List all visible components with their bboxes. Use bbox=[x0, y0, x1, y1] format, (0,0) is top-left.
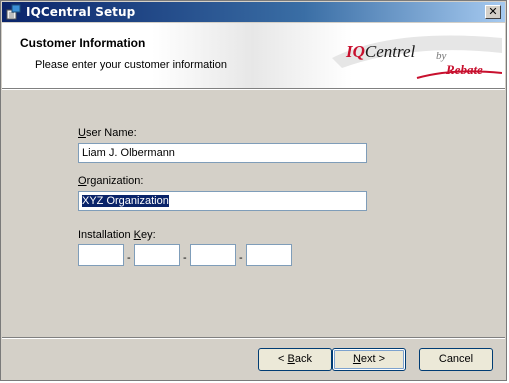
next-button[interactable]: Next > bbox=[332, 348, 406, 371]
installation-key-label: Installation Key: bbox=[78, 229, 156, 241]
user-name-label: User Name: bbox=[78, 127, 137, 139]
key-separator: - bbox=[127, 252, 131, 264]
logo-company: Rebate bbox=[446, 62, 483, 77]
user-name-input[interactable]: Liam J. Olbermann bbox=[78, 143, 367, 163]
back-button[interactable]: < Back bbox=[258, 348, 332, 371]
page-title: Customer Information bbox=[20, 36, 146, 50]
organization-input[interactable]: XYZ Organization bbox=[78, 191, 367, 211]
installer-icon bbox=[6, 4, 21, 20]
page-subtitle: Please enter your customer information bbox=[35, 59, 227, 71]
installation-key-field-2[interactable] bbox=[134, 244, 180, 266]
banner-background bbox=[152, 23, 352, 88]
logo-by: by bbox=[436, 50, 447, 62]
close-icon: ✕ bbox=[488, 5, 498, 18]
cancel-button[interactable]: Cancel bbox=[419, 348, 493, 371]
setup-dialog: IQCentral Setup ✕ Customer Information P… bbox=[0, 0, 507, 381]
organization-label: Organization: bbox=[78, 175, 144, 187]
installation-key-field-3[interactable] bbox=[190, 244, 236, 266]
title-bar[interactable]: IQCentral Setup ✕ bbox=[2, 2, 505, 22]
installation-key-field-1[interactable] bbox=[78, 244, 124, 266]
close-button[interactable]: ✕ bbox=[485, 5, 501, 19]
product-logo: IQCentrel by Rebate bbox=[332, 28, 502, 83]
key-separator: - bbox=[239, 252, 243, 264]
header-separator bbox=[2, 88, 505, 90]
window-title: IQCentral Setup bbox=[26, 5, 136, 19]
key-separator: - bbox=[183, 252, 187, 264]
installation-key-field-4[interactable] bbox=[246, 244, 292, 266]
organization-selected-text: XYZ Organization bbox=[82, 195, 169, 207]
header-banner: Customer Information Please enter your c… bbox=[2, 23, 505, 88]
footer-separator bbox=[2, 337, 505, 339]
logo-brand: IQCentrel bbox=[346, 42, 416, 61]
